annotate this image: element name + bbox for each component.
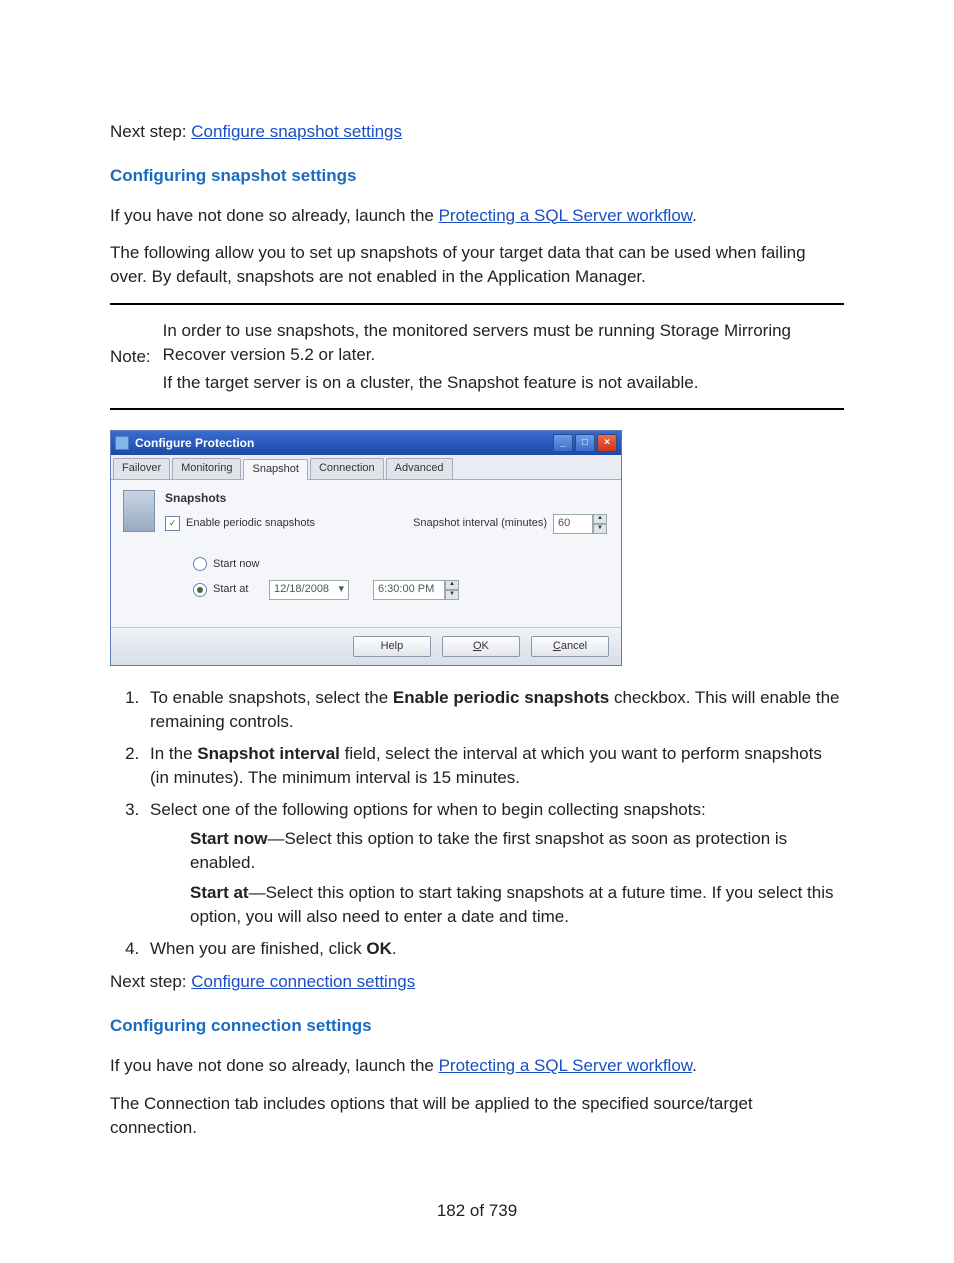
step-3-start-now: Start now—Select this option to take the… [190,827,844,875]
chevron-down-icon: ▾ [338,582,344,597]
cancel-button[interactable]: Cancel [531,636,609,657]
sec1-p1: If you have not done so already, launch … [110,204,844,228]
window-title: Configure Protection [135,435,254,452]
sec1-p2: The following allow you to set up snapsh… [110,241,844,289]
app-icon [115,436,129,450]
ok-button[interactable]: OK [442,636,520,657]
step-3-start-at: Start at—Select this option to start tak… [190,881,844,929]
enable-snapshots-checkbox[interactable]: ✓ [165,516,180,531]
link-configure-snapshot[interactable]: Configure snapshot settings [191,122,402,141]
radio-start-now[interactable] [193,557,207,571]
heading-configuring-connection: Configuring connection settings [110,1014,844,1038]
help-button[interactable]: Help [353,636,431,657]
next-step-outro: Next step: Configure connection settings [110,970,844,994]
minimize-button[interactable]: _ [553,434,573,452]
next-step-label-2: Next step: [110,972,191,991]
tabs-row: Failover Monitoring Snapshot Connection … [111,455,621,479]
next-step-intro: Next step: Configure snapshot settings [110,120,844,144]
time-value[interactable]: 6:30:00 PM [373,580,445,600]
step-4: When you are finished, click OK. [144,937,844,961]
time-spinner[interactable]: 6:30:00 PM ▲ ▼ [373,580,459,600]
panel-icon [123,490,155,532]
sec2-p2: The Connection tab includes options that… [110,1092,844,1140]
step-1: To enable snapshots, select the Enable p… [144,686,844,734]
titlebar: Configure Protection _ □ × [111,431,621,455]
time-down[interactable]: ▼ [445,590,459,600]
step-2: In the Snapshot interval field, select t… [144,742,844,790]
step-3: Select one of the following options for … [144,798,844,929]
radio-start-at-label: Start at [213,582,263,597]
radio-start-at[interactable] [193,583,207,597]
link-protecting-sql-2[interactable]: Protecting a SQL Server workflow [439,1056,693,1075]
note-line2: If the target server is on a cluster, th… [163,371,844,395]
close-button[interactable]: × [597,434,617,452]
panel-title: Snapshots [165,490,607,507]
note-line1: In order to use snapshots, the monitored… [163,319,844,367]
link-configure-connection[interactable]: Configure connection settings [191,972,415,991]
next-step-label: Next step: [110,122,191,141]
link-protecting-sql-1[interactable]: Protecting a SQL Server workflow [439,206,693,225]
time-up[interactable]: ▲ [445,580,459,590]
page-footer: 182 of 739 [110,1199,844,1223]
maximize-button[interactable]: □ [575,434,595,452]
dialog-button-bar: Help OK Cancel [111,627,621,665]
interval-spinner[interactable]: 60 ▲ ▼ [553,514,607,534]
interval-up[interactable]: ▲ [593,514,607,524]
interval-value[interactable]: 60 [553,514,593,534]
tab-snapshot[interactable]: Snapshot [243,459,307,479]
heading-configuring-snapshot: Configuring snapshot settings [110,164,844,188]
sec2-p1: If you have not done so already, launch … [110,1054,844,1078]
tab-connection[interactable]: Connection [310,458,384,478]
tab-failover[interactable]: Failover [113,458,170,478]
note-label: Note: [110,345,151,369]
tab-advanced[interactable]: Advanced [386,458,453,478]
radio-start-now-label: Start now [213,557,259,572]
interval-label: Snapshot interval (minutes) [413,516,547,531]
configure-protection-dialog: Configure Protection _ □ × Failover Moni… [110,430,622,666]
note-box: Note: In order to use snapshots, the mon… [110,303,844,410]
steps-list: To enable snapshots, select the Enable p… [110,686,844,960]
date-field[interactable]: 12/18/2008▾ [269,580,349,599]
interval-down[interactable]: ▼ [593,524,607,534]
enable-snapshots-label: Enable periodic snapshots [186,516,315,531]
tab-monitoring[interactable]: Monitoring [172,458,241,478]
